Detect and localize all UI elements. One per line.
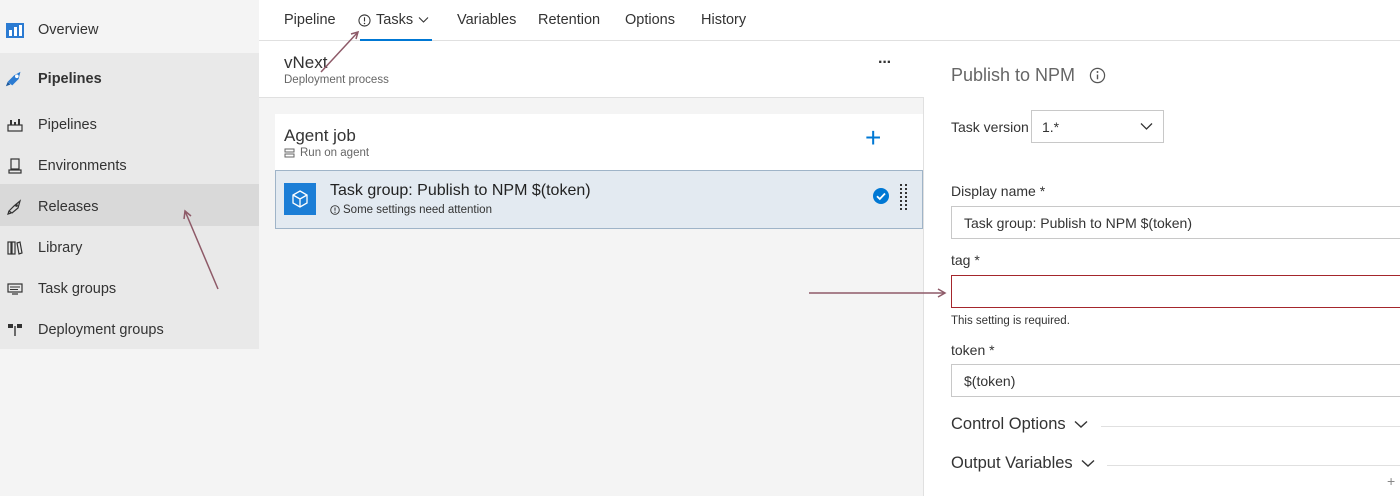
overview-icon: [5, 20, 25, 40]
tab-tasks-label: Tasks: [376, 12, 414, 28]
agent-job-card[interactable]: Agent job Run on agent +: [275, 114, 923, 170]
output-variables-divider: [1107, 465, 1400, 466]
deployment-groups-icon: [5, 320, 25, 340]
chevron-down-icon: [418, 17, 429, 23]
process-name: vNext: [284, 53, 328, 72]
token-input[interactable]: $(token): [951, 364, 1400, 397]
process-subtitle: Deployment process: [284, 74, 389, 86]
library-icon: [5, 238, 25, 258]
task-version-label: Task version: [951, 119, 1029, 135]
nav-task-groups[interactable]: Task groups: [0, 277, 259, 301]
task-group-icon: [284, 183, 316, 215]
pipeline-tabs: Pipeline Tasks Variables Retention Optio…: [259, 0, 1400, 41]
nav-releases[interactable]: Releases: [0, 195, 259, 219]
tag-error-message: This setting is required.: [951, 315, 1070, 327]
nav-pipelines-hub-label: Pipelines: [38, 71, 102, 87]
task-details-panel: Publish to NPM Task version 1.* Display …: [925, 41, 1400, 496]
nav-pipelines-label: Pipelines: [38, 117, 97, 133]
nav-environments-label: Environments: [38, 158, 127, 174]
task-warning-text: Some settings need attention: [343, 204, 492, 216]
tag-input[interactable]: [951, 275, 1400, 308]
pipeline-process-panel: vNext Deployment process ··· Agent job R…: [259, 41, 924, 496]
output-variables-toggle[interactable]: Output Variables: [951, 454, 1095, 473]
display-name-value: Task group: Publish to NPM $(token): [964, 214, 1192, 231]
process-header[interactable]: vNext Deployment process ···: [259, 41, 924, 98]
output-variables-label: Output Variables: [951, 454, 1073, 472]
nav-deployment-groups-label: Deployment groups: [38, 322, 164, 338]
nav-environments[interactable]: Environments: [0, 154, 259, 178]
details-header: Publish to NPM: [951, 65, 1106, 86]
chevron-down-icon: [1074, 420, 1088, 428]
token-value: $(token): [964, 372, 1016, 389]
server-icon: [284, 148, 295, 157]
control-options-divider: [1101, 426, 1400, 427]
nav-library-label: Library: [38, 240, 83, 256]
tab-retention[interactable]: Retention: [538, 12, 600, 28]
warning-info-icon: [358, 13, 371, 27]
chevron-down-icon: [1081, 459, 1095, 467]
add-task-button[interactable]: +: [865, 122, 881, 154]
tab-tasks[interactable]: Tasks: [358, 12, 429, 28]
task-version-value: 1.*: [1042, 118, 1060, 135]
details-title: Publish to NPM: [951, 65, 1076, 85]
chevron-down-icon: [1140, 123, 1153, 130]
tab-options[interactable]: Options: [625, 12, 675, 28]
task-groups-icon: [5, 279, 25, 299]
agent-job-title: Agent job: [284, 126, 356, 145]
control-options-label: Control Options: [951, 415, 1066, 433]
releases-icon: [5, 197, 25, 217]
nav-overview[interactable]: Overview: [0, 18, 259, 42]
drag-handle-icon[interactable]: [900, 184, 908, 219]
nav-releases-label: Releases: [38, 199, 99, 215]
display-name-input[interactable]: Task group: Publish to NPM $(token): [951, 206, 1400, 239]
tab-variables[interactable]: Variables: [457, 12, 516, 28]
control-options-toggle[interactable]: Control Options: [951, 415, 1088, 434]
info-icon[interactable]: [1089, 67, 1106, 84]
task-warning-row: Some settings need attention: [330, 204, 492, 216]
pipelines-icon: [5, 115, 25, 135]
warning-info-icon: [330, 205, 340, 215]
task-group-row[interactable]: Task group: Publish to NPM $(token) Some…: [275, 170, 923, 229]
token-label: token *: [951, 342, 995, 358]
nav-pipelines[interactable]: Pipelines: [0, 113, 259, 137]
add-output-variable-button[interactable]: +: [1387, 473, 1395, 489]
nav-overview-label: Overview: [38, 22, 99, 38]
task-version-select[interactable]: 1.*: [1031, 110, 1164, 143]
pipelines-rocket-icon: [5, 69, 25, 89]
tab-history[interactable]: History: [701, 12, 746, 28]
nav-task-groups-label: Task groups: [38, 281, 117, 297]
tag-label: tag *: [951, 252, 980, 268]
nav-library[interactable]: Library: [0, 236, 259, 260]
task-title: Task group: Publish to NPM $(token): [330, 182, 591, 199]
display-name-label: Display name *: [951, 183, 1046, 199]
enabled-checkmark-icon[interactable]: [872, 187, 890, 210]
tab-pipeline[interactable]: Pipeline: [284, 12, 336, 28]
environments-icon: [5, 156, 25, 176]
more-actions-button[interactable]: ···: [878, 54, 892, 72]
agent-job-subtitle-row: Run on agent: [284, 147, 369, 159]
nav-deployment-groups[interactable]: Deployment groups: [0, 318, 259, 342]
agent-job-subtitle: Run on agent: [300, 147, 370, 159]
nav-pipelines-hub[interactable]: Pipelines: [0, 66, 259, 92]
left-navigation: Overview Pipelines Pipelines Environment…: [0, 0, 259, 496]
